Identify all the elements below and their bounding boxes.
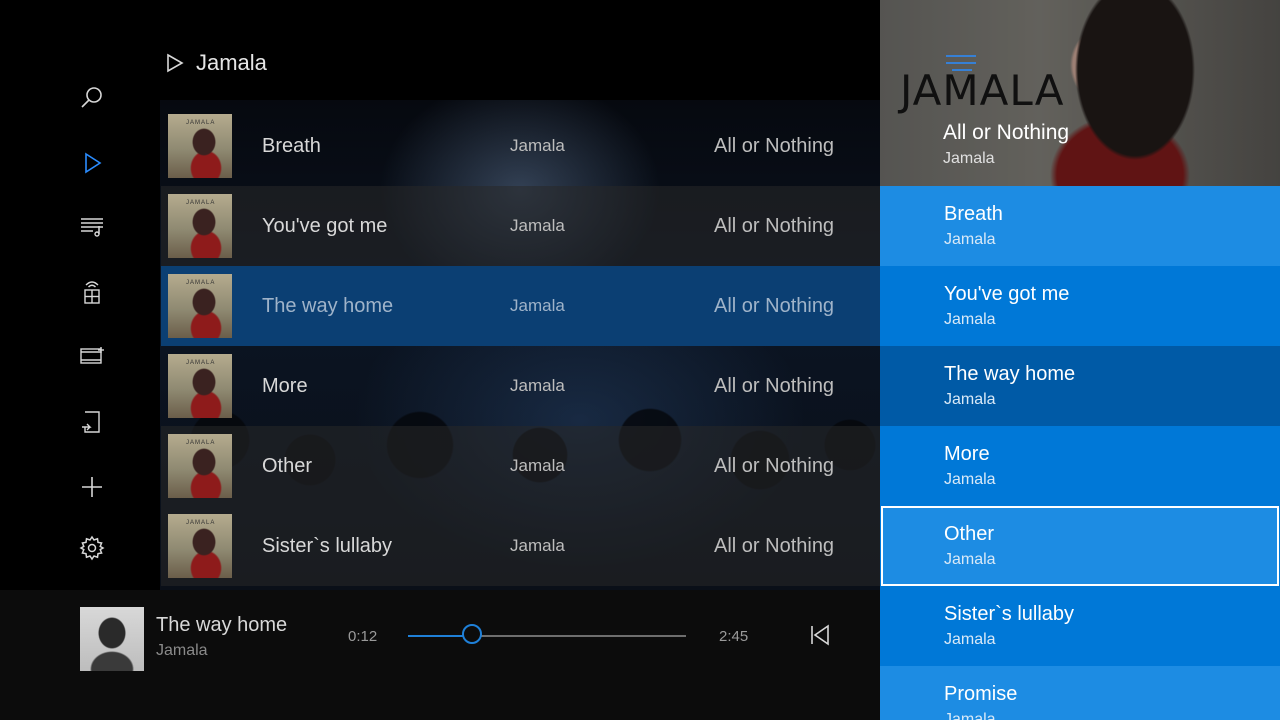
queue-item-artist: Jamala — [944, 311, 996, 328]
song-artist: Jamala — [510, 296, 565, 315]
song-title: Other — [262, 454, 313, 477]
song-artist: Jamala — [510, 536, 565, 555]
queue-item[interactable]: Breath Jamala — [880, 186, 1280, 266]
queue-item-title: The way home — [944, 363, 1076, 385]
sidebar-item-search[interactable] — [72, 78, 112, 118]
search-icon — [81, 87, 102, 108]
now-playing-album-art — [80, 607, 144, 671]
progress-slider[interactable] — [408, 624, 686, 644]
album-thumbnail — [168, 434, 232, 498]
queue-list: Breath Jamala You've got me Jamala The w… — [880, 186, 1280, 720]
song-row[interactable]: You've got me Jamala All or Nothing — [161, 186, 880, 266]
artist-logo: JAMALA — [900, 66, 1065, 115]
song-title: More — [262, 374, 308, 397]
sidebar-item-media-server[interactable] — [72, 272, 112, 312]
song-row[interactable]: Other Jamala All or Nothing — [161, 426, 880, 506]
now-playing-artist: Jamala — [156, 642, 208, 659]
sidebar-item-settings[interactable] — [72, 528, 112, 568]
song-row[interactable]: More Jamala All or Nothing — [161, 346, 880, 426]
album-thumbnail — [168, 114, 232, 178]
song-album: All or Nothing — [714, 134, 835, 157]
queue-item-title: Promise — [944, 683, 1018, 705]
song-row-selected[interactable]: The way home Jamala All or Nothing — [161, 266, 880, 346]
queue-item-artist: Jamala — [944, 631, 996, 648]
queue-item[interactable]: More Jamala — [880, 426, 1280, 506]
song-list: Breath Jamala All or Nothing You've got … — [161, 106, 880, 586]
song-album: All or Nothing — [714, 454, 835, 477]
device-icon — [82, 411, 100, 433]
duration-time: 2:45 — [719, 628, 749, 645]
settings-icon — [79, 535, 105, 561]
song-artist: Jamala — [510, 456, 565, 475]
queue-item[interactable]: Sister`s lullaby Jamala — [880, 586, 1280, 666]
queue-item-artist: Jamala — [944, 471, 996, 488]
song-title: The way home — [262, 294, 394, 317]
panel-artist: Jamala — [943, 150, 995, 167]
progress-knob[interactable] — [461, 624, 482, 644]
play-icon[interactable] — [166, 53, 184, 73]
queue-item-title: You've got me — [944, 283, 1070, 305]
page-header: Jamala — [166, 46, 267, 80]
now-playing-icon — [85, 152, 102, 174]
add-icon — [82, 477, 102, 497]
song-album: All or Nothing — [714, 294, 835, 317]
now-playing-bar: The way home Jamala 0:12 2:45 — [0, 590, 880, 720]
queue-item-artist: Jamala — [944, 231, 996, 248]
sidebar-item-add[interactable] — [72, 467, 112, 507]
album-thumbnail — [168, 274, 232, 338]
page-title: Jamala — [196, 50, 267, 75]
sidebar-item-device[interactable] — [72, 402, 112, 442]
album-thumbnail — [168, 194, 232, 258]
video-library-icon — [80, 347, 104, 364]
queue-item-title: Breath — [944, 203, 1003, 225]
previous-track-icon[interactable] — [807, 623, 833, 647]
queue-item-title: Other — [944, 523, 995, 545]
song-title: Sister`s lullaby — [262, 534, 393, 557]
queue-item[interactable]: You've got me Jamala — [880, 266, 1280, 346]
elapsed-time: 0:12 — [348, 628, 378, 645]
song-album: All or Nothing — [714, 534, 835, 557]
queue-item-playing[interactable]: The way home Jamala — [880, 346, 1280, 426]
queue-item-title: Sister`s lullaby — [944, 603, 1075, 625]
queue-item-artist: Jamala — [944, 711, 996, 720]
song-artist: Jamala — [510, 376, 565, 395]
queue-item-artist: Jamala — [944, 391, 996, 408]
song-row[interactable]: Sister`s lullaby Jamala All or Nothing — [161, 506, 880, 586]
sidebar-item-now-playing[interactable] — [72, 143, 112, 183]
song-album: All or Nothing — [714, 374, 835, 397]
song-artist: Jamala — [510, 216, 565, 235]
song-row[interactable]: Breath Jamala All or Nothing — [161, 106, 880, 186]
sidebar-item-playlist[interactable] — [72, 206, 112, 246]
song-title: You've got me — [262, 214, 388, 237]
sidebar-item-videos[interactable] — [72, 336, 112, 376]
song-artist: Jamala — [510, 136, 565, 155]
playlist-icon — [81, 218, 103, 237]
album-thumbnail — [168, 354, 232, 418]
queue-item-focused[interactable]: Other Jamala — [881, 506, 1279, 586]
queue-item-artist: Jamala — [944, 551, 996, 568]
album-thumbnail — [168, 514, 232, 578]
queue-item[interactable]: Promise Jamala — [880, 666, 1280, 720]
now-playing-title: The way home — [156, 614, 288, 636]
song-album: All or Nothing — [714, 214, 835, 237]
queue-item-title: More — [944, 443, 990, 465]
queue-panel: JAMALA All or Nothing Jamala Breath Jama… — [880, 0, 1280, 720]
sidebar — [0, 0, 160, 590]
panel-album-title: All or Nothing — [943, 121, 1070, 144]
song-title: Breath — [262, 134, 321, 157]
media-server-icon — [84, 281, 100, 304]
